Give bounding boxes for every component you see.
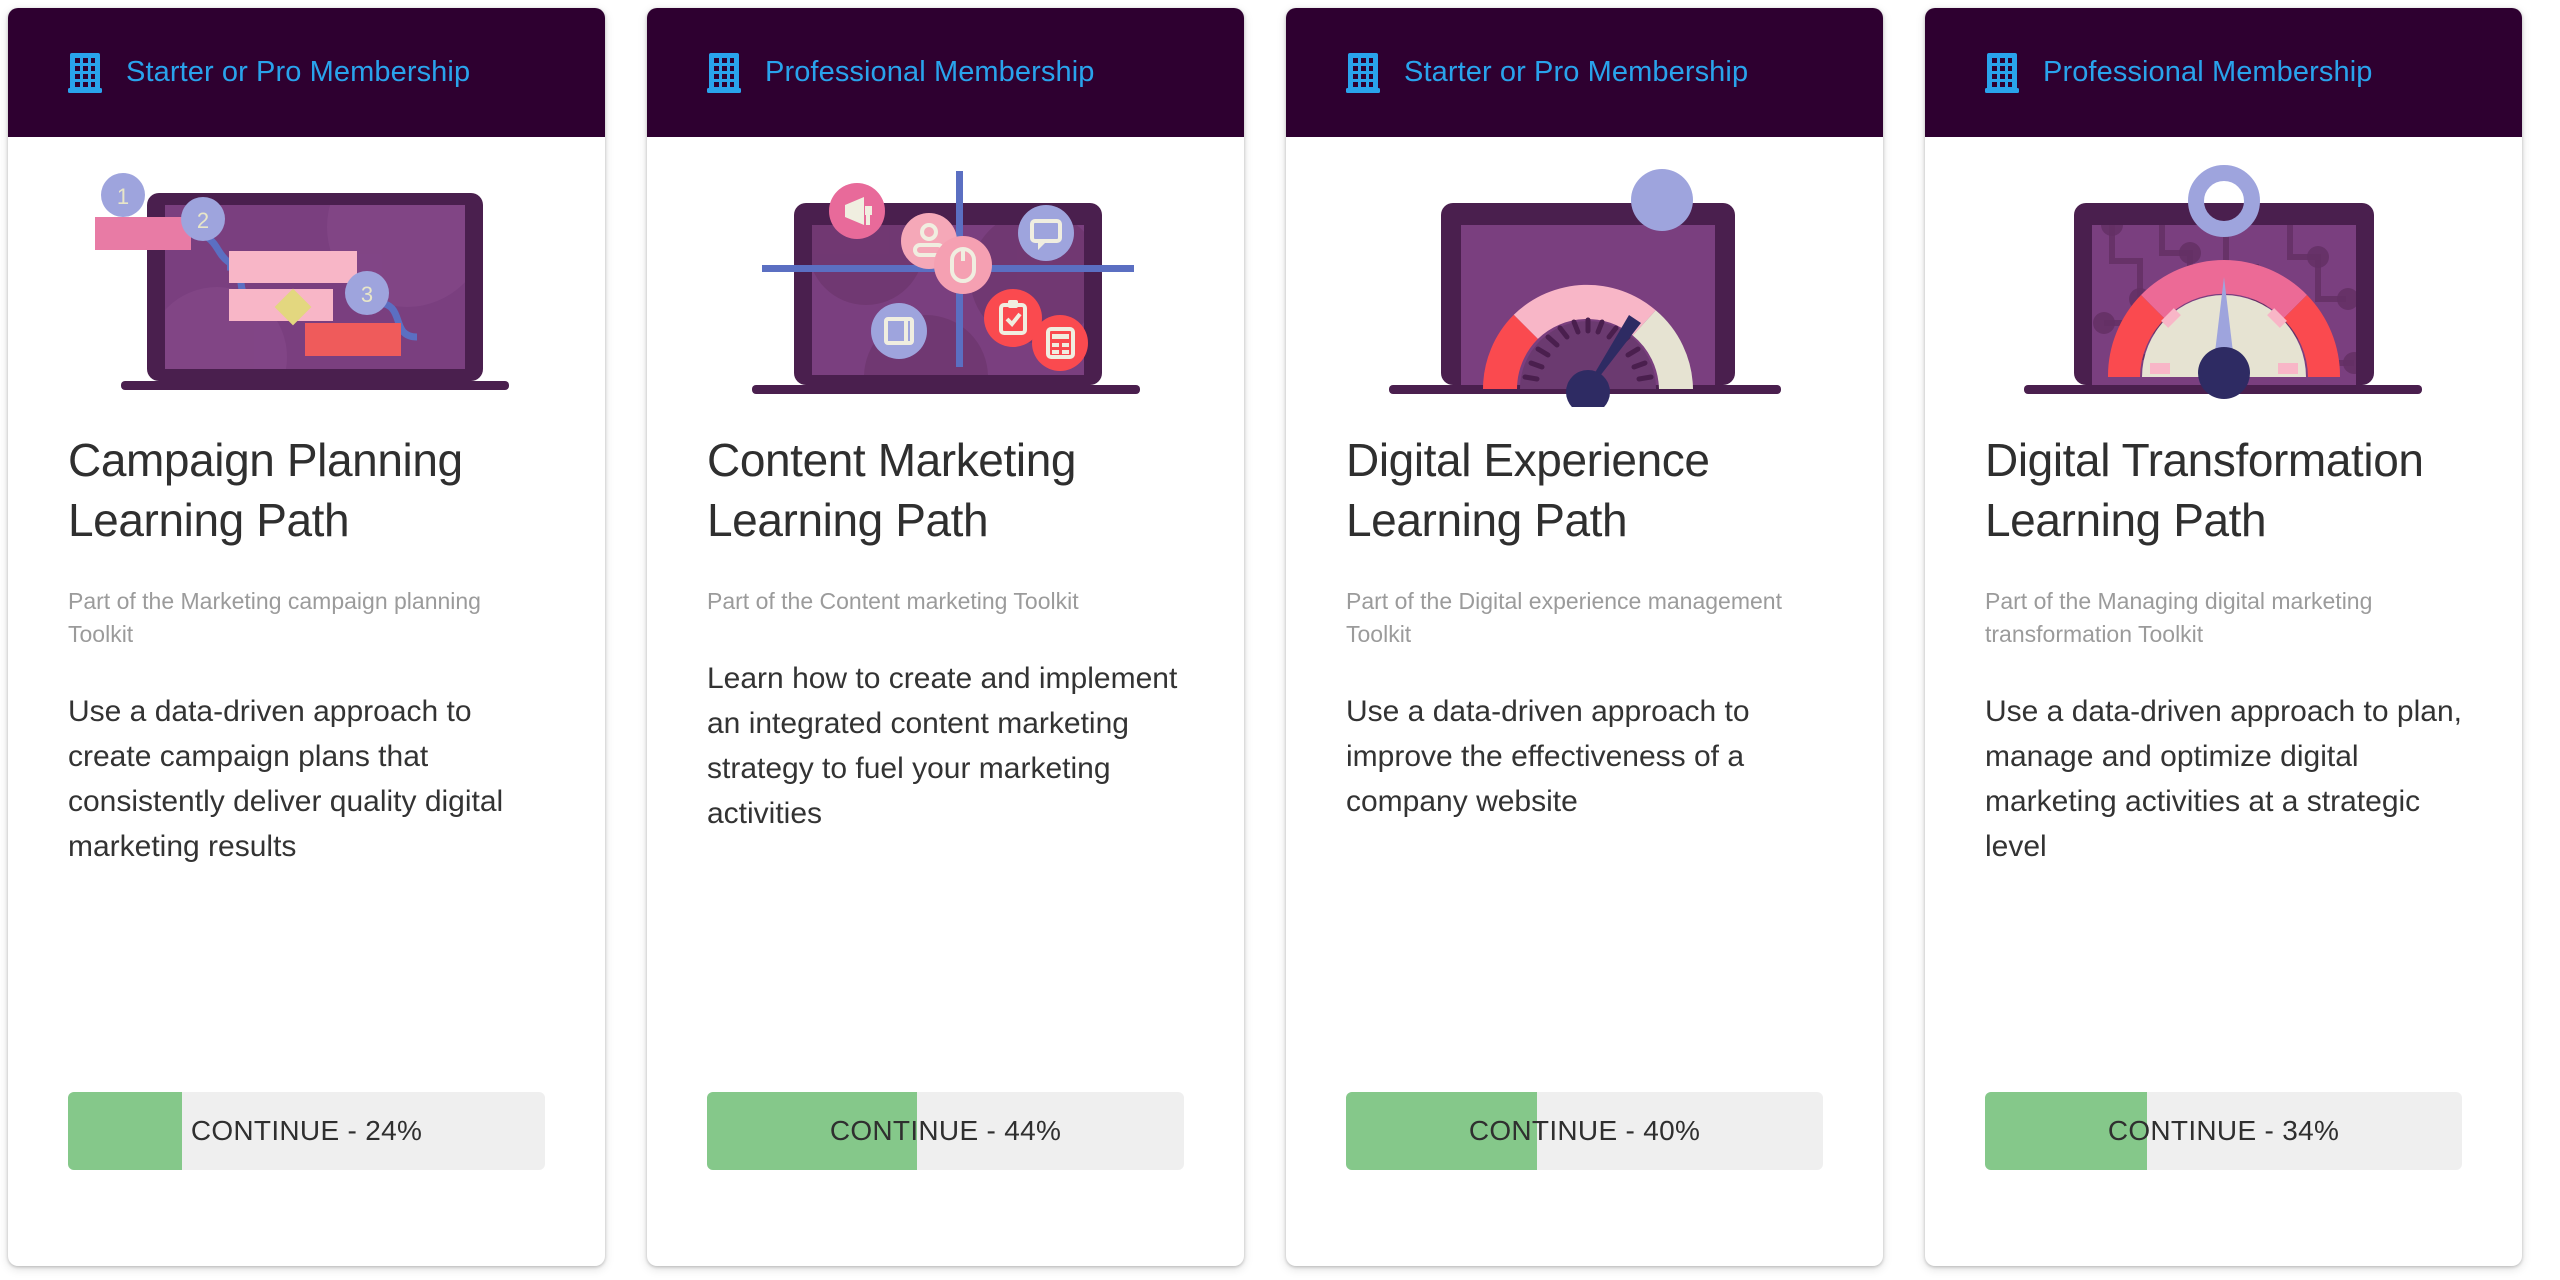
building-icon xyxy=(68,52,102,93)
membership-label: Starter or Pro Membership xyxy=(1404,56,1749,88)
card-description: Use a data-driven approach to plan, mana… xyxy=(1985,695,2462,864)
card-subtitle: Part of the Digital experience managemen… xyxy=(1346,587,1782,647)
progress-fill xyxy=(68,1092,183,1170)
membership-label: Starter or Pro Membership xyxy=(126,56,471,88)
continue-button-label: CONTINUE - 34% xyxy=(2107,1115,2340,1146)
svg-text:3: 3 xyxy=(360,282,372,307)
card-illustration xyxy=(647,137,1244,407)
card-membership-header: Professional Membership xyxy=(647,8,1244,137)
card-body: Digital Transformation Learning Path Par… xyxy=(1925,407,2522,1092)
card-illustration xyxy=(1925,137,2522,407)
continue-button[interactable]: CONTINUE - 40% xyxy=(1346,1092,1823,1170)
card-body: Digital Experience Learning Path Part of… xyxy=(1286,407,1883,1092)
card-illustration xyxy=(1286,137,1883,407)
report-bubble xyxy=(1031,315,1088,371)
step-badge-1: 1 xyxy=(100,173,145,217)
step-badge-2: 2 xyxy=(180,197,225,241)
card-membership-header: Professional Membership xyxy=(1925,8,2522,137)
membership-label: Professional Membership xyxy=(2043,56,2373,88)
continue-button[interactable]: CONTINUE - 24% xyxy=(68,1092,545,1170)
card-subtitle: Part of the Content marketing Toolkit xyxy=(707,587,1079,614)
continue-button-label: CONTINUE - 40% xyxy=(1468,1115,1701,1146)
card-membership-header: Starter or Pro Membership xyxy=(1286,8,1883,137)
digital-transformation-gauge-illustration xyxy=(2023,165,2422,399)
book-bubble xyxy=(870,303,927,359)
learning-path-card[interactable]: Professional Membership xyxy=(647,8,1244,1266)
card-title: Campaign Planning Learning Path xyxy=(68,434,463,546)
continue-button-label: CONTINUE - 24% xyxy=(190,1115,423,1146)
card-title: Content Marketing Learning Path xyxy=(707,434,1077,546)
membership-label: Professional Membership xyxy=(765,56,1095,88)
card-title: Digital Experience Learning Path xyxy=(1346,434,1710,546)
card-body: Campaign Planning Learning Path Part of … xyxy=(8,407,605,1092)
card-description: Use a data-driven approach to create cam… xyxy=(68,695,504,864)
card-description: Learn how to create and implement an int… xyxy=(707,661,1178,830)
continue-button[interactable]: CONTINUE - 44% xyxy=(707,1092,1184,1170)
learning-path-card[interactable]: Starter or Pro Membership xyxy=(1286,8,1883,1266)
learning-path-card[interactable]: Starter or Pro Membership xyxy=(8,8,605,1266)
card-footer: CONTINUE - 34% xyxy=(1925,1092,2522,1266)
building-icon xyxy=(707,52,741,93)
building-icon xyxy=(1985,52,2019,93)
svg-text:1: 1 xyxy=(116,184,128,209)
mouse-bubble xyxy=(933,236,992,294)
megaphone-bubble xyxy=(828,183,885,239)
card-body: Content Marketing Learning Path Part of … xyxy=(647,407,1244,1092)
card-illustration: 1 2 3 xyxy=(8,137,605,407)
content-marketing-illustration xyxy=(751,171,1140,394)
card-footer: CONTINUE - 24% xyxy=(8,1092,605,1266)
card-description: Use a data-driven approach to improve th… xyxy=(1346,695,1750,819)
learning-path-card-grid: Starter or Pro Membership 1 2 3 Campaign… xyxy=(0,0,2560,1266)
card-title: Digital Transformation Learning Path xyxy=(1985,434,2424,546)
step-badge-3: 3 xyxy=(344,271,389,315)
svg-text:2: 2 xyxy=(196,208,208,233)
card-subtitle: Part of the Managing digital marketing t… xyxy=(1985,587,2373,647)
learning-path-card[interactable]: Professional Membership xyxy=(1925,8,2522,1266)
card-subtitle: Part of the Marketing campaign planning … xyxy=(68,587,481,647)
card-footer: CONTINUE - 44% xyxy=(647,1092,1244,1266)
digital-experience-gauge-illustration xyxy=(1388,169,1781,407)
building-icon xyxy=(1346,52,1380,93)
campaign-planning-illustration: 1 2 3 xyxy=(94,173,509,390)
card-footer: CONTINUE - 40% xyxy=(1286,1092,1883,1266)
comment-bubble xyxy=(1017,205,1074,261)
card-membership-header: Starter or Pro Membership xyxy=(8,8,605,137)
continue-button-label: CONTINUE - 44% xyxy=(829,1115,1062,1146)
continue-button[interactable]: CONTINUE - 34% xyxy=(1985,1092,2462,1170)
